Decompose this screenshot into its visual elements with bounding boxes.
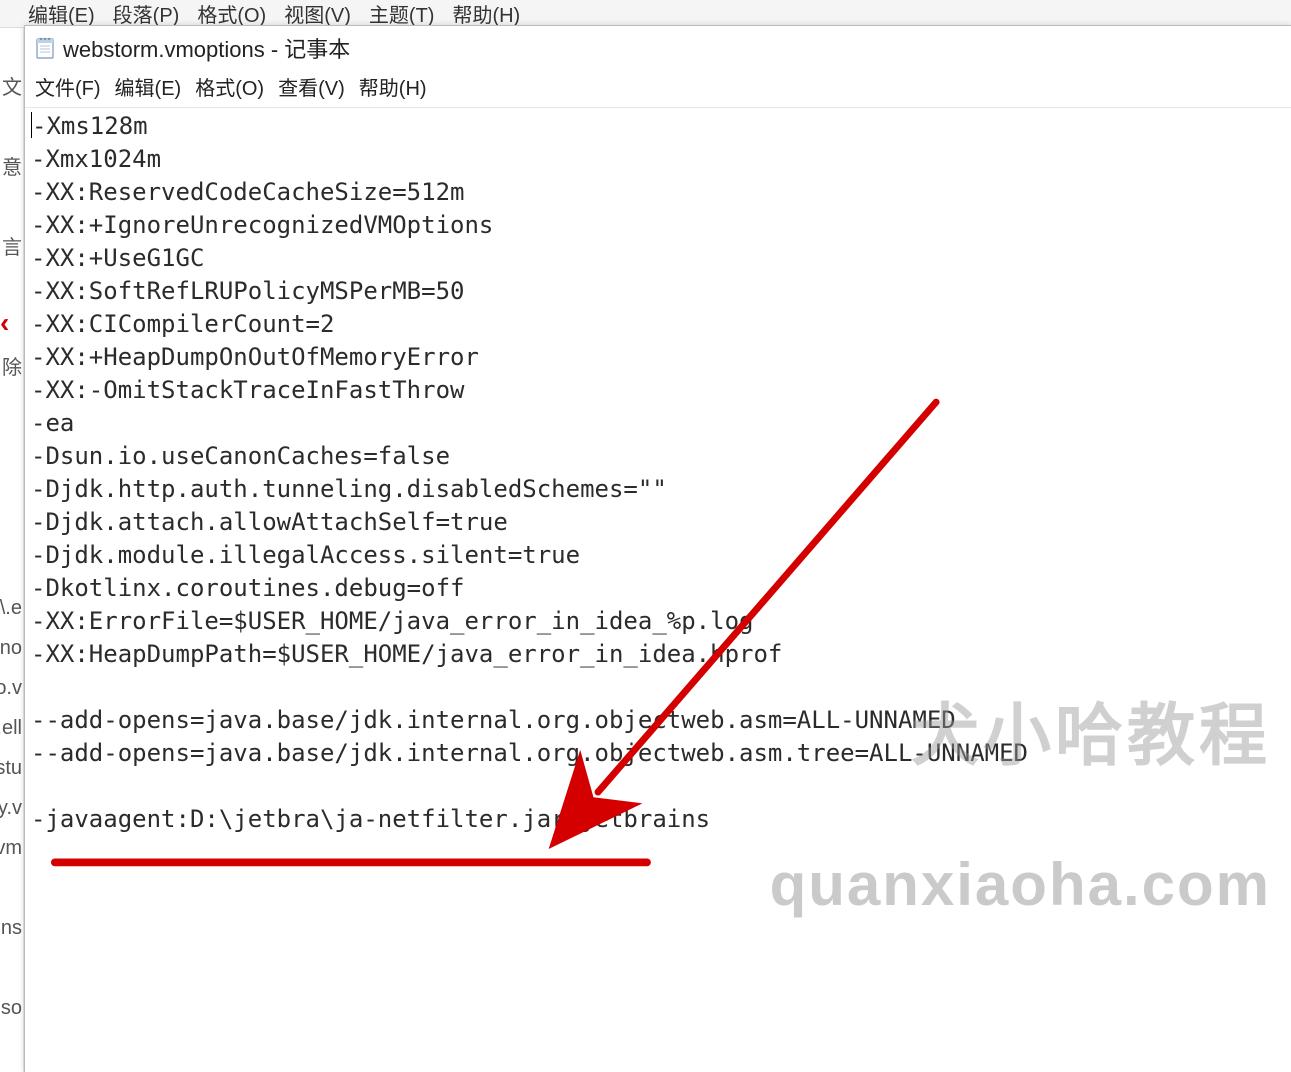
editor-line [31,671,1285,704]
editor-textarea[interactable]: -Xms128m-Xmx1024m-XX:ReservedCodeCacheSi… [25,108,1291,1072]
editor-line: --add-opens=java.base/jdk.internal.org.o… [31,737,1285,770]
editor-line [31,770,1285,803]
text-caret [31,112,32,138]
gutter-fragment: stu [0,748,23,788]
editor-line: -Dsun.io.useCanonCaches=false [31,440,1285,473]
editor-line: -Xmx1024m [31,143,1285,176]
gutter-fragment [0,388,23,428]
notepad-icon [35,36,55,60]
editor-line: -Djdk.module.illegalAccess.silent=true [31,539,1285,572]
editor-line: -XX:+IgnoreUnrecognizedVMOptions [31,209,1285,242]
notepad-menubar: 文件(F) 编辑(E) 格式(O) 查看(V) 帮助(H) [25,68,1291,108]
gutter-fragment: 文 [0,68,23,108]
gutter-fragment: o.v [0,668,23,708]
notepad-window: webstorm.vmoptions - 记事本 文件(F) 编辑(E) 格式(… [24,25,1291,1072]
editor-line: -XX:+HeapDumpOnOutOfMemoryError [31,341,1285,374]
gutter-fragment: e.\ [0,588,23,628]
titlebar[interactable]: webstorm.vmoptions - 记事本 [25,26,1291,68]
gutter-fragment [0,268,23,308]
gutter-fragment [0,428,23,468]
gutter-fragment [0,508,23,548]
bg-menu-item[interactable]: 编辑(E) [28,0,95,28]
gutter-fragment: 意 [0,148,23,188]
background-left-gutter: 文 意 言 除 e.\noo.vell.stuy.vvm ns so m.vno… [0,28,24,1072]
bg-menu-item[interactable]: 视图(V) [284,0,351,28]
gutter-fragment: ns [0,908,23,948]
editor-line: -ea [31,407,1285,440]
gutter-fragment [0,108,23,148]
gutter-fragment: ell. [0,708,23,748]
window-title: webstorm.vmoptions - 记事本 [63,32,350,64]
editor-line: -Djdk.attach.allowAttachSelf=true [31,506,1285,539]
bg-menu-item[interactable]: 主题(T) [369,0,435,28]
menu-file[interactable]: 文件(F) [35,72,101,101]
gutter-fragment: y.v [0,788,23,828]
editor-line: -Djdk.http.auth.tunneling.disabledScheme… [31,473,1285,506]
gutter-fragment [0,548,23,588]
menu-view[interactable]: 查看(V) [278,72,345,101]
editor-line: -XX:+UseG1GC [31,242,1285,275]
editor-line: -XX:-OmitStackTraceInFastThrow [31,374,1285,407]
editor-line: -javaagent:D:\jetbra\ja-netfilter.jar=je… [31,803,1285,836]
gutter-fragment [0,948,23,988]
editor-line: -XX:HeapDumpPath=$USER_HOME/java_error_i… [31,638,1285,671]
gutter-fragment: so [0,988,23,1028]
bg-menu-item[interactable]: 帮助(H) [452,0,520,28]
menu-format[interactable]: 格式(O) [195,72,264,101]
editor-line: --add-opens=java.base/jdk.internal.org.o… [31,704,1285,737]
editor-line: -XX:CICompilerCount=2 [31,308,1285,341]
editor-line: -XX:ErrorFile=$USER_HOME/java_error_in_i… [31,605,1285,638]
gutter-fragment: 言 [0,228,23,268]
gutter-fragment: 除 [0,348,23,388]
gutter-fragment [0,1028,23,1068]
gutter-fragment [0,468,23,508]
gutter-fragment [0,28,23,68]
gutter-fragment: m.v [0,1068,23,1072]
editor-line: -XX:ReservedCodeCacheSize=512m [31,176,1285,209]
editor-line: -Dkotlinx.coroutines.debug=off [31,572,1285,605]
gutter-fragment [0,188,23,228]
bg-menu-item[interactable]: 段落(P) [113,0,180,28]
gutter-red-caret-icon: ‹ [0,306,9,346]
editor-line: -XX:SoftRefLRUPolicyMSPerMB=50 [31,275,1285,308]
menu-help[interactable]: 帮助(H) [359,72,427,101]
gutter-fragment [0,868,23,908]
bg-menu-item[interactable]: 格式(O) [197,0,266,28]
menu-edit[interactable]: 编辑(E) [115,72,182,101]
gutter-fragment: vm [0,828,23,868]
gutter-fragment: no [0,628,23,668]
background-menubar: 编辑(E) 段落(P) 格式(O) 视图(V) 主题(T) 帮助(H) [0,0,1291,28]
editor-line: -Xms128m [31,110,1285,143]
